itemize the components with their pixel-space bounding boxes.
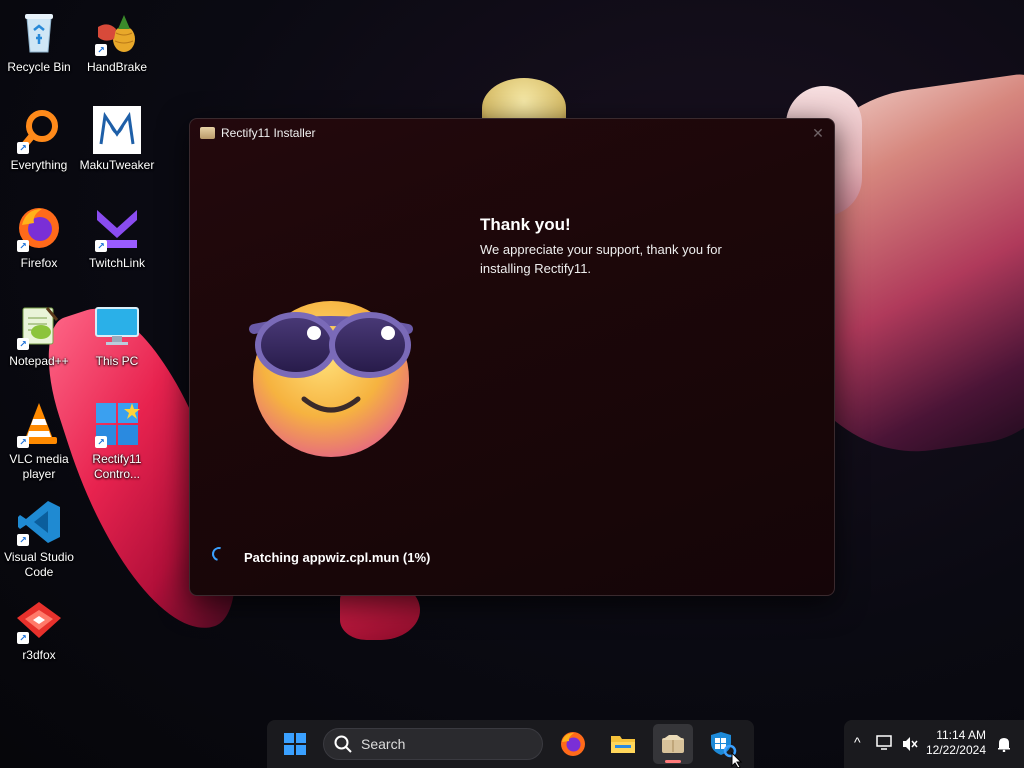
shortcut-arrow-icon: ↗ [17,534,29,546]
desktop-icon-label: Visual Studio Code [4,550,74,579]
desktop-icon-label: TwitchLink [88,256,146,270]
firefox-icon [561,732,585,756]
desktop-icon-vlc[interactable]: ↗ VLC media player [0,400,78,482]
desktop-icon-recycle-bin[interactable]: Recycle Bin [0,8,78,75]
taskbar-clock[interactable]: 11:14 AM 12/22/2024 [922,728,986,758]
installer-window: Rectify11 Installer ✕ Thank you! We appr… [189,118,835,596]
desktop-icon-label: HandBrake [86,60,148,74]
desktop-icon-twitchlink[interactable]: ↗ TwitchLink [78,204,156,271]
clock-time: 11:14 AM [936,728,986,742]
desktop-icon-r3dfox[interactable]: ↗ r3dfox [0,596,78,663]
shortcut-arrow-icon: ↗ [17,240,29,252]
taskbar-file-explorer-button[interactable] [603,724,643,764]
desktop-icon-rectify11-control[interactable]: ↗ Rectify11 Contro... [78,400,156,482]
desktop-icon-handbrake[interactable]: ↗ HandBrake [78,8,156,75]
mouse-cursor-icon [731,752,743,768]
firefox-icon: ↗ [15,204,63,252]
installer-titlebar[interactable]: Rectify11 Installer [190,119,834,147]
thank-you-message: We appreciate your support, thank you fo… [480,242,722,276]
clock-date: 12/22/2024 [925,743,986,757]
vlc-icon: ↗ [15,400,63,448]
vscode-icon: ↗ [15,498,63,546]
shortcut-arrow-icon: ↗ [17,338,29,350]
taskbar-search-box[interactable]: Search [323,728,543,760]
search-icon [334,735,352,753]
desktop-icon-label: Rectify11 Contro... [92,452,142,481]
thank-you-heading: Thank you! [480,215,571,234]
desktop-icon-makutweaker[interactable]: MakuTweaker [78,106,156,173]
notification-bell-icon[interactable] [996,736,1012,752]
rectify11-installer-icon [662,735,684,753]
windows-logo-icon [284,733,306,755]
rectify11-control-icon: ↗ [93,400,141,448]
twitchlink-icon: ↗ [93,204,141,252]
desktop-icon-this-pc[interactable]: This PC [78,302,156,369]
desktop-icon-label: Recycle Bin [7,60,71,74]
desktop-icon-everything[interactable]: ↗ Everything [0,106,78,173]
desktop-icon-label: VLC media player [9,452,69,481]
shortcut-arrow-icon: ↗ [17,142,29,154]
progress-spinner-icon [209,544,229,564]
file-explorer-icon [611,736,635,753]
installer-app-icon [200,127,215,139]
volume-muted-icon[interactable] [902,736,918,752]
system-tray: ^ 11:14 AM 12/22/2024 [844,720,1024,768]
taskbar: Search [267,720,754,768]
makutweaker-icon [93,106,141,154]
show-hidden-icons-chevron-icon[interactable]: ^ [854,734,861,750]
active-app-indicator [665,760,681,763]
shortcut-arrow-icon: ↗ [17,436,29,448]
taskbar-firefox-button[interactable] [553,724,593,764]
notepad-plus-plus-icon: ↗ [15,302,63,350]
network-icon[interactable] [876,735,894,751]
everything-icon: ↗ [15,106,63,154]
close-button[interactable]: ✕ [810,125,826,141]
r3dfox-icon: ↗ [15,596,63,644]
taskbar-rectify11-installer-button[interactable] [653,724,693,764]
desktop-icon-vscode[interactable]: ↗ Visual Studio Code [0,498,78,580]
desktop-icon-notepad-plus-plus[interactable]: ↗ Notepad++ [0,302,78,369]
shortcut-arrow-icon: ↗ [95,240,107,252]
start-button[interactable] [275,724,315,764]
smiling-face-with-sunglasses-emoji [246,287,416,457]
desktop-icon-label: r3dfox [22,648,56,662]
desktop-icon-label: MakuTweaker [79,158,155,172]
desktop-icon-label: Firefox [20,256,58,270]
recycle-bin-icon [15,8,63,56]
shortcut-arrow-icon: ↗ [95,436,107,448]
shortcut-arrow-icon: ↗ [95,44,107,56]
desktop-icon-label: Everything [10,158,68,172]
desktop-icon-label: This PC [95,354,139,368]
search-placeholder: Search [361,736,406,752]
install-status-text: Patching appwiz.cpl.mun (1%) [244,550,431,565]
desktop-icon-firefox[interactable]: ↗ Firefox [0,204,78,271]
window-title: Rectify11 Installer [221,126,316,140]
desktop-icon-label: Notepad++ [9,354,69,368]
shortcut-arrow-icon: ↗ [17,632,29,644]
handbrake-icon: ↗ [93,8,141,56]
this-pc-icon [93,302,141,350]
